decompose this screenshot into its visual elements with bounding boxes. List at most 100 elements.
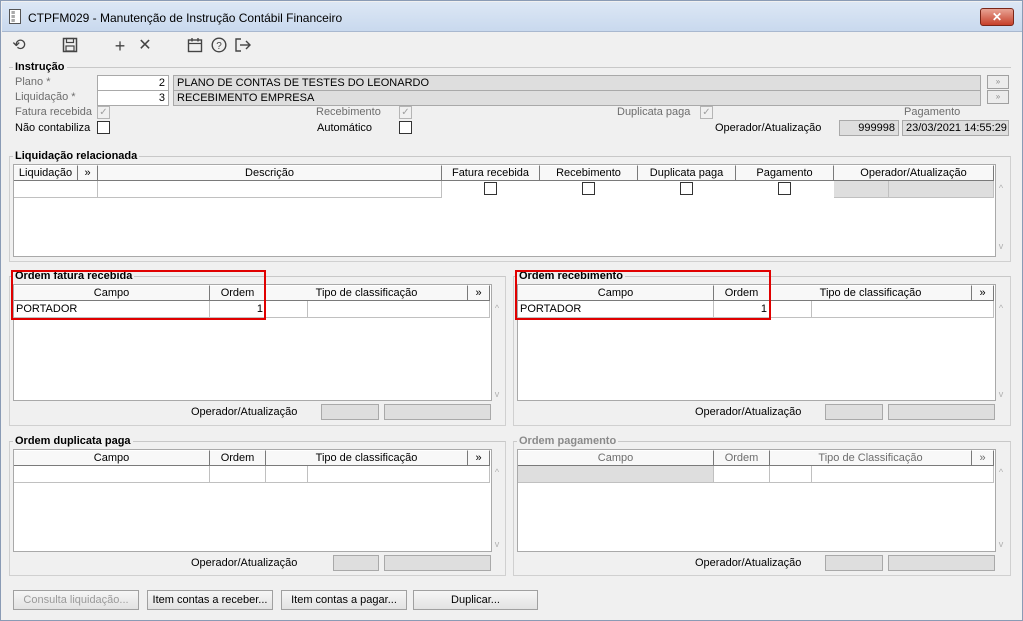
ordem-pagamento-operador [825,555,883,571]
col-campo: Campo [518,450,714,466]
ordem-pagamento-operador-label: Operador/Atualização [695,557,802,569]
liquidacao-grid[interactable]: Liquidação » Descrição Fatura recebida R… [13,164,996,257]
col-lookup[interactable]: » [972,285,994,301]
scroll-up-icon[interactable]: ^ [491,303,503,313]
col-liquidacao[interactable]: Liquidação [14,165,78,181]
ordem-recebimento-operador [825,404,883,420]
window-title: CTPFM029 - Manutenção de Instrução Contá… [28,11,343,25]
calendar-icon[interactable] [186,37,204,55]
duplicata-paga-checkbox: ✓ [700,106,713,119]
item-contas-receber-button[interactable]: Item contas a receber... [147,590,273,610]
plano-lookup-button[interactable]: » [987,75,1009,89]
col-tipo-classificacao[interactable]: Tipo de classificação [266,285,468,301]
cell-campo[interactable] [14,466,210,483]
delete-icon[interactable]: ✕ [136,37,154,55]
col-descricao[interactable]: Descrição [98,165,442,181]
col-pagamento[interactable]: Pagamento [736,165,834,181]
scroll-up-icon[interactable]: ^ [995,467,1007,477]
ordem-duplicata-atualizacao [384,555,491,571]
exit-icon[interactable] [234,37,252,55]
fatura-recebida-label: Fatura recebida [15,106,93,118]
recebimento-checkbox: ✓ [399,106,412,119]
close-button[interactable]: ✕ [980,8,1014,26]
liquidacao-label: Liquidação * [15,91,76,103]
consulta-liquidacao-button: Consulta liquidação... [13,590,139,610]
automatico-checkbox[interactable] [399,121,412,134]
ordem-pagamento-atualizacao [888,555,995,571]
recebimento-row-checkbox[interactable] [582,182,595,195]
plano-field[interactable]: 2 [97,75,169,91]
liquidacao-field[interactable]: 3 [97,90,169,106]
liquidacao-lookup-button[interactable]: » [987,90,1009,104]
scroll-down-icon[interactable]: v [995,389,1007,399]
liquidacao-relacionada-title: Liquidação relacionada [13,150,140,162]
save-icon[interactable] [61,37,79,55]
help-icon[interactable]: ? [210,37,228,55]
cell-tipo-desc [812,466,994,483]
duplicar-button[interactable]: Duplicar... [413,590,538,610]
cell-tipo-desc[interactable] [308,301,490,318]
add-icon[interactable]: + [111,37,129,55]
col-tipo-classificacao[interactable]: Tipo de classificação [266,450,468,466]
highlight-box [515,270,771,320]
document-icon: ≡ ≡ ≡ [9,9,21,25]
pagamento-label: Pagamento [904,106,961,118]
nao-contabiliza-label: Não contabiliza [15,122,91,134]
col-operador[interactable]: Operador/Atualização [834,165,994,181]
scroll-down-icon[interactable]: v [491,389,503,399]
col-lookup[interactable]: » [468,285,490,301]
col-fatura-recebida[interactable]: Fatura recebida [442,165,540,181]
scroll-down-icon[interactable]: v [995,539,1007,549]
ordem-duplicata-grid[interactable]: Campo Ordem Tipo de classificação » [13,449,492,552]
col-duplicata-paga[interactable]: Duplicata paga [638,165,736,181]
cell-tipo[interactable] [266,301,308,318]
scroll-up-icon[interactable]: ^ [491,467,503,477]
col-ordem: Ordem [714,450,770,466]
fatura-recebida-checkbox: ✓ [97,106,110,119]
ordem-pagamento-grid: Campo Ordem Tipo de Classificação » [517,449,996,552]
cell-tipo[interactable] [770,301,812,318]
pagamento-row-checkbox[interactable] [778,182,791,195]
cell-tipo[interactable] [266,466,308,483]
col-tipo-classificacao[interactable]: Tipo de classificação [770,285,972,301]
item-contas-pagar-button[interactable]: Item contas a pagar... [281,590,407,610]
cell-atualizacao [889,181,994,198]
duplicata-paga-row-checkbox[interactable] [680,182,693,195]
operador-label: Operador/Atualização [715,122,822,134]
ordem-duplicata-operador-label: Operador/Atualização [191,557,298,569]
cell-tipo [770,466,812,483]
plano-description: PLANO DE CONTAS DE TESTES DO LEONARDO [173,75,981,91]
col-recebimento[interactable]: Recebimento [540,165,638,181]
fatura-recebida-row-checkbox[interactable] [484,182,497,195]
cell-campo [518,466,714,483]
recebimento-label: Recebimento [316,106,381,118]
col-tipo-classificacao: Tipo de Classificação [770,450,972,466]
scroll-down-icon[interactable]: v [995,241,1007,251]
scroll-up-icon[interactable]: ^ [995,303,1007,313]
scroll-down-icon[interactable]: v [491,539,503,549]
automatico-label: Automático [317,122,373,134]
undo-icon[interactable]: ⟲ [10,37,28,55]
ordem-duplicata-title: Ordem duplicata paga [13,435,133,447]
main-window: ≡ ≡ ≡ CTPFM029 - Manutenção de Instrução C… [0,0,1023,621]
cell-liquidacao[interactable] [14,181,98,198]
nao-contabiliza-checkbox[interactable] [97,121,110,134]
ordem-duplicata-operador [333,555,379,571]
cell-tipo-desc[interactable] [812,301,994,318]
col-lookup[interactable]: » [78,165,98,181]
cell-tipo-desc[interactable] [308,466,490,483]
col-lookup: » [972,450,994,466]
cell-ordem[interactable] [210,466,266,483]
col-ordem[interactable]: Ordem [210,450,266,466]
col-campo[interactable]: Campo [14,450,210,466]
cell-descricao[interactable] [98,181,442,198]
ordem-recebimento-atualizacao [888,404,995,420]
instrucao-title: Instrução [13,61,67,73]
liquidacao-description: RECEBIMENTO EMPRESA [173,90,981,106]
col-lookup[interactable]: » [468,450,490,466]
ordem-fatura-operador-label: Operador/Atualização [191,406,298,418]
ordem-pagamento-title: Ordem pagamento [517,435,619,447]
highlight-box [11,270,266,320]
scroll-up-icon[interactable]: ^ [995,183,1007,193]
plano-label: Plano * [15,76,51,88]
